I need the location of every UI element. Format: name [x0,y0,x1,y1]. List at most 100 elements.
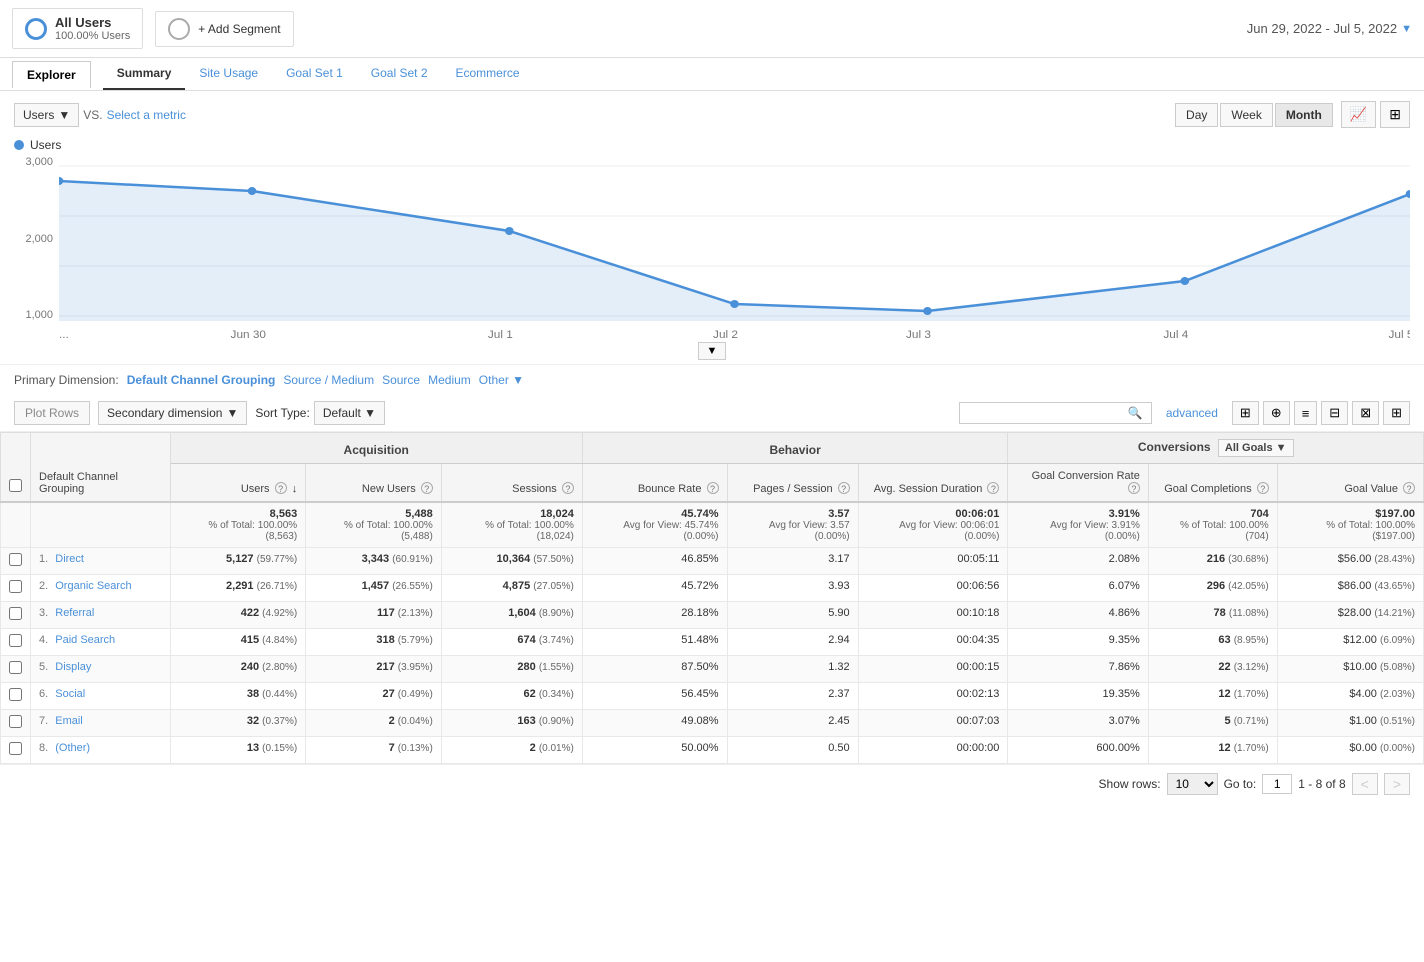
row-name-link[interactable]: (Other) [55,742,90,754]
totals-goal-value-cell: $197.00 % of Total: 100.00% ($197.00) [1277,502,1423,548]
row-checkbox[interactable] [9,553,22,566]
custom-view-button[interactable]: ⊞ [1383,401,1410,425]
row-checkbox[interactable] [9,607,22,620]
row-bounce-rate-cell: 28.18% [582,602,727,629]
totals-sessions-value: 18,024 [540,508,574,520]
chart-point-6 [1181,277,1190,285]
row-checkbox-cell[interactable] [1,737,31,764]
grid-view-button[interactable]: ⊞ [1232,401,1259,425]
month-button[interactable]: Month [1275,103,1333,127]
row-checkbox-cell[interactable] [1,656,31,683]
default-channel-grouping-link[interactable]: Default Channel Grouping [127,373,276,387]
row-checkbox[interactable] [9,715,22,728]
users-column-header[interactable]: Users ? ↓ [170,464,306,503]
explorer-button[interactable]: Explorer [12,61,91,88]
tab-summary[interactable]: Summary [103,58,186,90]
users-metric-dropdown[interactable]: Users ▼ [14,103,79,127]
page-range-label: 1 - 8 of 8 [1298,777,1345,791]
row-new-users-value: 3,343 [362,553,390,565]
rows-per-page-select[interactable]: 10 25 50 100 [1167,773,1218,795]
new-users-column-header[interactable]: New Users ? [306,464,442,503]
row-checkbox-cell[interactable] [1,683,31,710]
show-rows-label: Show rows: [1099,777,1161,791]
all-users-segment[interactable]: All Users 100.00% Users [12,8,143,49]
sort-type-select[interactable]: Default ▼ [314,401,385,425]
row-checkbox[interactable] [9,742,22,755]
week-button[interactable]: Week [1220,103,1272,127]
other-link[interactable]: Other ▼ [479,373,524,387]
goal-completions-column-header[interactable]: Goal Completions ? [1148,464,1277,503]
all-goals-select[interactable]: All Goals ▼ [1218,439,1294,457]
next-page-button[interactable]: > [1384,773,1410,795]
row-checkbox-cell[interactable] [1,548,31,575]
source-link[interactable]: Source [382,373,420,387]
row-name-link[interactable]: Direct [55,553,84,565]
goal-value-column-header[interactable]: Goal Value ? [1277,464,1423,503]
page-number-input[interactable] [1262,774,1292,794]
row-new-users-pct: (2.13%) [398,608,433,619]
row-goal-completions-cell: 78 (11.08%) [1148,602,1277,629]
row-number: 4. [39,634,48,646]
tab-site-usage[interactable]: Site Usage [185,58,272,90]
add-segment-button[interactable]: + Add Segment [155,11,293,47]
row-checkbox-cell[interactable] [1,602,31,629]
dimension-column-header[interactable]: Default Channel Grouping [31,433,171,503]
row-goal-completions-value: 12 [1218,688,1230,700]
scatter-chart-button[interactable]: ⊞ [1380,101,1410,128]
tab-goal-set-1[interactable]: Goal Set 1 [272,58,357,90]
secondary-dimension-select[interactable]: Secondary dimension ▼ [98,401,247,425]
source-medium-link[interactable]: Source / Medium [283,373,374,387]
behavior-header: Behavior [582,433,1008,464]
date-range-dropdown-icon: ▼ [1401,23,1412,35]
avg-session-column-header[interactable]: Avg. Session Duration ? [858,464,1008,503]
row-name-link[interactable]: Display [55,661,91,673]
bar-view-button[interactable]: ≡ [1294,401,1318,425]
row-checkbox-cell[interactable] [1,575,31,602]
row-users-cell: 13 (0.15%) [170,737,306,764]
medium-link[interactable]: Medium [428,373,471,387]
table-row: 8. (Other) 13 (0.15%) 7 (0.13%) 2 (0.01%… [1,737,1424,764]
compare-view-button[interactable]: ⊠ [1352,401,1379,425]
row-bounce-rate-cell: 46.85% [582,548,727,575]
row-name-link[interactable]: Referral [55,607,94,619]
select-all-checkbox[interactable] [9,479,22,492]
pie-view-button[interactable]: ⊕ [1263,401,1290,425]
select-metric-link[interactable]: Select a metric [107,108,186,122]
day-button[interactable]: Day [1175,103,1218,127]
row-checkbox[interactable] [9,580,22,593]
totals-checkbox-cell [1,502,31,548]
row-checkbox[interactable] [9,634,22,647]
row-checkbox-cell[interactable] [1,710,31,737]
row-name-link[interactable]: Paid Search [55,634,115,646]
goal-conv-rate-column-header[interactable]: Goal Conversion Rate ? [1008,464,1148,503]
row-sessions-value: 4,875 [503,580,531,592]
date-range[interactable]: Jun 29, 2022 - Jul 5, 2022 ▼ [1247,21,1412,36]
pages-session-column-header[interactable]: Pages / Session ? [727,464,858,503]
row-checkbox[interactable] [9,688,22,701]
totals-sessions-cell: 18,024 % of Total: 100.00% (18,024) [441,502,582,548]
bounce-rate-column-header[interactable]: Bounce Rate ? [582,464,727,503]
row-new-users-pct: (3.95%) [398,662,433,673]
row-goal-completions-cell: 22 (3.12%) [1148,656,1277,683]
sessions-column-header[interactable]: Sessions ? [441,464,582,503]
pivot-view-button[interactable]: ⊟ [1321,401,1348,425]
select-all-checkbox-header[interactable] [1,433,31,503]
goal-conv-rate-help-icon: ? [1128,482,1140,494]
line-chart-button[interactable]: 📈 [1341,101,1376,128]
row-name-link[interactable]: Social [55,688,85,700]
row-name-link[interactable]: Organic Search [55,580,131,592]
tab-ecommerce[interactable]: Ecommerce [442,58,534,90]
totals-new-users-cell: 5,488 % of Total: 100.00% (5,488) [306,502,442,548]
row-checkbox[interactable] [9,661,22,674]
search-input[interactable] [968,406,1128,420]
row-new-users-value: 117 [377,607,395,619]
advanced-link[interactable]: advanced [1166,406,1218,420]
prev-page-button[interactable]: < [1352,773,1378,795]
row-bounce-rate-value: 56.45% [681,688,718,700]
plot-rows-button[interactable]: Plot Rows [14,401,90,425]
row-goal-conv-rate-value: 600.00% [1096,742,1139,754]
row-checkbox-cell[interactable] [1,629,31,656]
row-name-link[interactable]: Email [55,715,83,727]
sessions-help-icon: ? [562,482,574,494]
tab-goal-set-2[interactable]: Goal Set 2 [357,58,442,90]
